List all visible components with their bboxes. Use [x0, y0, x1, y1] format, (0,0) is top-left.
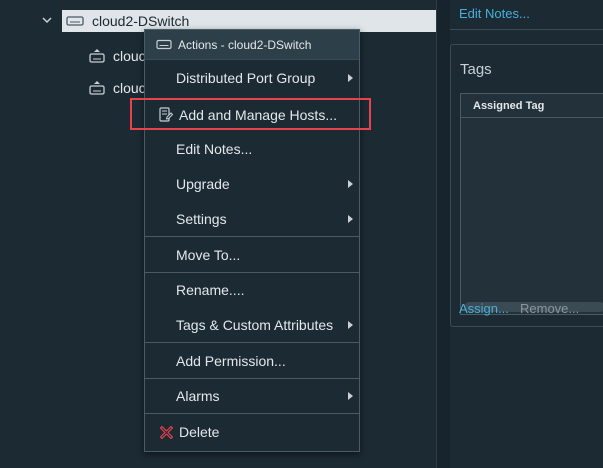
menu-item-label: Distributed Port Group	[176, 70, 316, 86]
menu-item-label: Rename....	[176, 282, 245, 298]
menu-item-settings[interactable]: Settings	[145, 202, 359, 236]
menu-item-upgrade[interactable]: Upgrade	[145, 167, 359, 201]
submenu-arrow-icon	[348, 321, 353, 329]
remove-tag-link: Remove...	[520, 301, 580, 316]
column-label: Assigned Tag	[473, 99, 545, 112]
menu-item-alarms[interactable]: Alarms	[145, 379, 359, 413]
tags-title: Tags	[460, 61, 492, 78]
menu-item-label: Upgrade	[176, 176, 230, 192]
assigned-tags-grid: Assigned Tag	[460, 93, 603, 315]
submenu-arrow-icon	[348, 74, 353, 82]
tags-card: Tags Assigned Tag	[450, 44, 603, 327]
tree-item-port-group-1[interactable]: clouc	[88, 45, 146, 67]
menu-item-label: Add Permission...	[176, 353, 286, 369]
chevron-down-icon[interactable]	[40, 13, 54, 27]
menu-item-label: Alarms	[176, 388, 220, 404]
submenu-arrow-icon	[348, 392, 353, 400]
menu-item-label: Move To...	[176, 247, 241, 263]
submenu-arrow-icon	[348, 215, 353, 223]
summary-panel: Edit Notes... Tags Assigned Tag Assign..…	[450, 0, 603, 468]
distributed-switch-icon	[66, 13, 86, 29]
menu-separator	[145, 413, 359, 414]
tree-item-port-group-2[interactable]: clouc	[88, 77, 146, 99]
assign-tag-link[interactable]: Assign...	[459, 301, 509, 316]
notes-card: Edit Notes...	[450, 0, 603, 30]
menu-item-move-to[interactable]: Move To...	[145, 238, 359, 272]
highlight-annotation	[130, 98, 371, 130]
menu-item-distributed-port-group[interactable]: Distributed Port Group	[145, 61, 359, 95]
menu-item-label: Edit Notes...	[176, 141, 253, 157]
tree-item-label: clouc	[113, 48, 146, 64]
actions-context-menu: Actions - cloud2-DSwitch Distributed Por…	[144, 29, 360, 452]
pane-divider[interactable]	[436, 0, 450, 468]
menu-item-label: Tags & Custom Attributes	[176, 317, 334, 333]
menu-item-rename[interactable]: Rename....	[145, 273, 359, 307]
port-group-icon	[88, 80, 108, 96]
menu-item-add-permission[interactable]: Add Permission...	[145, 344, 359, 378]
port-group-icon	[88, 48, 108, 64]
menu-separator	[145, 342, 359, 343]
distributed-switch-icon	[156, 37, 172, 53]
tree-item-label: cloud2-DSwitch	[92, 13, 190, 29]
submenu-arrow-icon	[348, 180, 353, 188]
context-menu-title: Actions - cloud2-DSwitch	[178, 37, 312, 52]
menu-item-label: Settings	[176, 211, 227, 227]
menu-item-edit-notes[interactable]: Edit Notes...	[145, 132, 359, 166]
tree-item-label: clouc	[113, 80, 146, 96]
menu-item-label: Delete	[179, 424, 220, 440]
grid-column-assigned-tag[interactable]: Assigned Tag	[461, 94, 603, 118]
menu-separator	[145, 236, 359, 237]
edit-notes-link[interactable]: Edit Notes...	[459, 6, 530, 21]
delete-icon	[158, 424, 174, 440]
context-menu-header: Actions - cloud2-DSwitch	[145, 30, 359, 60]
menu-item-tags-custom-attributes[interactable]: Tags & Custom Attributes	[145, 308, 359, 342]
menu-item-delete[interactable]: Delete	[145, 415, 359, 449]
